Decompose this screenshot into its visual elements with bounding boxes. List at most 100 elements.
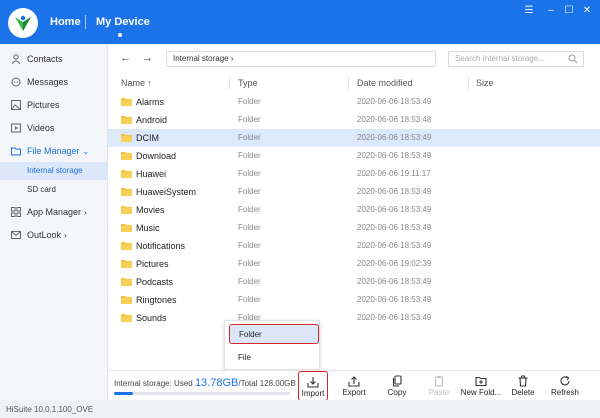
file-name: Pictures — [136, 259, 169, 269]
table-row[interactable]: DCIM Folder 2020-06-06 18:53:49 — [108, 129, 600, 147]
column-size-header[interactable]: Size — [476, 74, 494, 92]
folder-icon — [121, 242, 132, 250]
folder-icon — [121, 224, 132, 232]
folder-icon — [121, 314, 132, 322]
sidebar-item-label: Messages — [27, 77, 69, 87]
file-type: Folder — [238, 205, 261, 214]
file-name: Podcasts — [136, 277, 174, 287]
copy-icon — [392, 375, 402, 387]
storage-progress-fill — [114, 392, 133, 395]
export-button[interactable]: Export — [338, 371, 370, 401]
column-type-header[interactable]: Type — [238, 74, 258, 92]
file-date: 2020-06-06 18:53:49 — [357, 223, 432, 232]
hisuite-logo-icon — [15, 15, 31, 31]
file-name: Download — [136, 151, 177, 161]
nav-home[interactable]: Home — [50, 16, 81, 28]
table-row[interactable]: Ringtones Folder 2020-06-06 18:53:49 — [108, 291, 600, 309]
app-version: HiSuite 10.0.1.100_OVE — [6, 405, 94, 414]
file-date: 2020-06-06 18:53:49 — [357, 187, 432, 196]
status-bar: HiSuite 10.0.1.100_OVE — [0, 400, 600, 418]
sidebar-item-app-manager[interactable]: App Manager › — [0, 201, 108, 223]
table-row[interactable]: Pictures Folder 2020-06-06 19:02:39 — [108, 255, 600, 273]
file-date: 2020-06-06 18:53:48 — [357, 115, 432, 124]
person-icon — [11, 54, 21, 64]
file-date: 2020-06-06 18:53:49 — [357, 277, 432, 286]
paste-icon — [434, 376, 444, 387]
chevron-right-icon: › — [64, 231, 67, 240]
sidebar-sub-internal-storage[interactable]: Internal storage — [0, 162, 108, 180]
import-folder-option[interactable]: Folder — [229, 324, 319, 344]
column-date-header[interactable]: Date modified — [357, 74, 413, 92]
column-name-header[interactable]: Name ↑ — [121, 74, 152, 92]
path-location: Internal storage — [173, 54, 229, 63]
new-folder-button[interactable]: New Fold... — [458, 371, 504, 401]
sidebar-item-videos[interactable]: Videos — [0, 117, 108, 139]
active-nav-indicator — [118, 33, 122, 37]
table-row[interactable]: Huawei Folder 2020-06-06 19:11:17 — [108, 165, 600, 183]
minimize-icon[interactable]: – — [544, 4, 558, 18]
nav-my-device[interactable]: My Device — [96, 16, 150, 28]
grid-icon — [11, 207, 21, 217]
refresh-button[interactable]: Refresh — [548, 371, 582, 401]
file-date: 2020-06-06 19:02:39 — [357, 259, 432, 268]
storage-total: /Total 128.00GB — [238, 379, 296, 388]
sidebar-item-file-manager[interactable]: File Manager ⌄ — [0, 140, 108, 162]
table-row[interactable]: Podcasts Folder 2020-06-06 18:53:49 — [108, 273, 600, 291]
chevron-right-icon: › — [84, 208, 87, 217]
column-divider[interactable] — [229, 77, 230, 89]
table-row[interactable]: Notifications Folder 2020-06-06 18:53:49 — [108, 237, 600, 255]
paste-button[interactable]: Paste — [424, 371, 454, 401]
file-name: Music — [136, 223, 160, 233]
picture-icon — [11, 100, 21, 110]
table-row[interactable]: HuaweiSystem Folder 2020-06-06 18:53:49 — [108, 183, 600, 201]
search-input[interactable]: Search Internal storage... — [448, 51, 584, 67]
table-row[interactable]: Download Folder 2020-06-06 18:53:49 — [108, 147, 600, 165]
copy-button[interactable]: Copy — [382, 371, 412, 401]
sidebar-item-pictures[interactable]: Pictures — [0, 94, 108, 116]
hisuite-logo — [8, 8, 38, 38]
file-type: Folder — [238, 169, 261, 178]
menu-icon[interactable]: ☰ — [522, 4, 536, 18]
file-date: 2020-06-06 18:53:49 — [357, 151, 432, 160]
table-row[interactable]: Alarms Folder 2020-06-06 18:53:49 — [108, 93, 600, 111]
folder-icon — [121, 98, 132, 106]
folder-icon — [121, 152, 132, 160]
sidebar: Contacts Messages Pictures Videos File M… — [0, 44, 108, 400]
path-toolbar: ← → Internal storage › Search Internal s… — [108, 44, 600, 74]
file-name: Sounds — [136, 313, 167, 323]
sidebar-item-messages[interactable]: Messages — [0, 71, 108, 93]
column-divider[interactable] — [468, 77, 469, 89]
sidebar-item-outlook[interactable]: OutLook › — [0, 224, 108, 246]
path-breadcrumb[interactable]: Internal storage › — [166, 51, 436, 67]
file-date: 2020-06-06 18:53:49 — [357, 241, 432, 250]
table-row[interactable]: Sounds Folder 2020-06-06 18:53:49 — [108, 309, 600, 327]
sidebar-item-contacts[interactable]: Contacts — [0, 48, 108, 70]
table-row[interactable]: Android Folder 2020-06-06 18:53:48 — [108, 111, 600, 129]
file-type: Folder — [238, 151, 261, 160]
search-placeholder: Search Internal storage... — [455, 54, 545, 63]
close-icon[interactable]: ✕ — [580, 4, 594, 18]
maximize-icon[interactable]: ☐ — [562, 4, 576, 18]
column-divider[interactable] — [348, 77, 349, 89]
file-name: DCIM — [136, 133, 159, 143]
table-row[interactable]: Music Folder 2020-06-06 18:53:49 — [108, 219, 600, 237]
file-date: 2020-06-06 18:53:49 — [357, 133, 432, 142]
forward-arrow-icon[interactable]: → — [142, 52, 153, 64]
sidebar-sub-sd-card[interactable]: SD card — [0, 181, 108, 199]
import-button[interactable]: Import — [298, 371, 328, 401]
file-name: Android — [136, 115, 168, 125]
import-file-option[interactable]: File — [229, 348, 319, 368]
bottom-toolbar: Internal storage: Used 13.78GB/Total 128… — [108, 370, 600, 401]
folder-icon — [121, 206, 132, 214]
table-row[interactable]: Movies Folder 2020-06-06 18:53:49 — [108, 201, 600, 219]
file-browser: ← → Internal storage › Search Internal s… — [108, 44, 600, 400]
sidebar-item-label: Pictures — [27, 100, 60, 110]
back-arrow-icon[interactable]: ← — [120, 52, 131, 64]
search-icon[interactable] — [568, 54, 578, 64]
file-name: Alarms — [136, 97, 165, 107]
file-date: 2020-06-06 18:53:49 — [357, 313, 432, 322]
file-type: Folder — [238, 223, 261, 232]
file-date: 2020-06-06 18:53:49 — [357, 97, 432, 106]
import-menu: Folder File — [224, 320, 320, 370]
delete-button[interactable]: Delete — [508, 371, 538, 401]
